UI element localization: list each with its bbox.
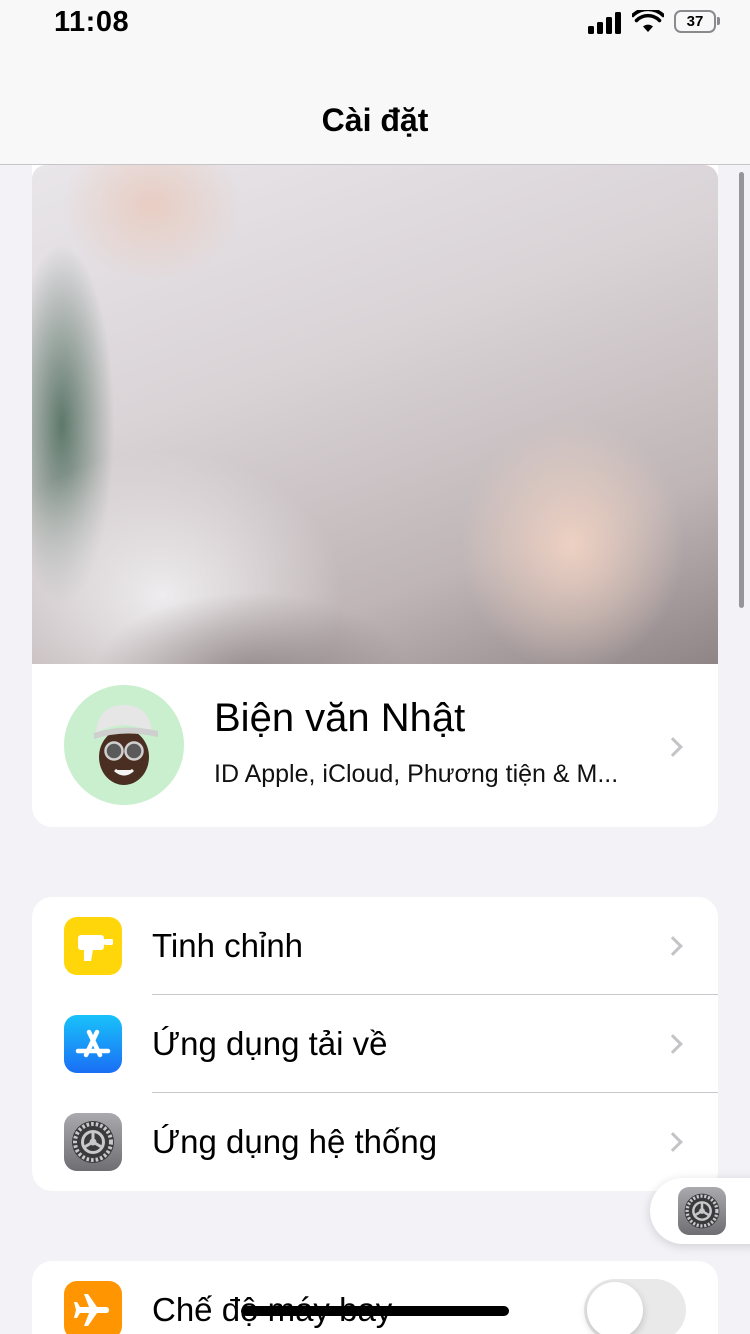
chevron-right-icon xyxy=(663,936,683,956)
wifi-icon xyxy=(632,10,664,32)
row-label: Tinh chỉnh xyxy=(152,927,304,964)
status-time: 11:08 xyxy=(54,6,130,38)
battery-icon: 37 xyxy=(674,10,716,33)
battery-tip xyxy=(717,17,720,25)
settings-screen: 11:08 37 Cài đặt Biện văn Nhật ID Apple,… xyxy=(0,0,750,1334)
airplane-mode-toggle[interactable] xyxy=(584,1279,686,1334)
floating-settings-shortcut[interactable] xyxy=(650,1178,750,1244)
row-label: Ứng dụng tải về xyxy=(152,1025,388,1062)
toggle-knob xyxy=(587,1282,643,1334)
scroll-indicator xyxy=(739,172,744,608)
profile-card[interactable]: Biện văn Nhật ID Apple, iCloud, Phương t… xyxy=(32,165,718,827)
row-tinh-chinh[interactable]: Tinh chỉnh xyxy=(32,897,718,995)
navigation-bar: Cài đặt xyxy=(0,50,750,165)
chevron-right-icon xyxy=(663,1034,683,1054)
profile-subtitle: ID Apple, iCloud, Phương tiện & M... xyxy=(214,760,619,788)
page-title: Cài đặt xyxy=(321,102,429,138)
gear-icon xyxy=(64,1113,122,1171)
profile-cover-photo xyxy=(32,165,718,664)
cellular-signal-icon xyxy=(588,12,622,34)
row-label: Ứng dụng hệ thống xyxy=(152,1123,438,1160)
settings-group-tweaks: Tinh chỉnh Ứng dụng tải về Ứng dụng hệ t… xyxy=(32,897,718,1191)
drill-icon xyxy=(64,917,122,975)
apple-id-row[interactable]: Biện văn Nhật ID Apple, iCloud, Phương t… xyxy=(32,664,718,827)
memoji-avatar-icon xyxy=(64,685,184,805)
row-system-apps[interactable]: Ứng dụng hệ thống xyxy=(32,1093,718,1191)
row-airplane-mode[interactable]: Chế độ máy bay xyxy=(32,1261,718,1334)
app-store-icon xyxy=(64,1015,122,1073)
profile-name: Biện văn Nhật xyxy=(214,696,466,740)
chevron-right-icon xyxy=(663,1132,683,1152)
status-bar: 11:08 37 xyxy=(0,0,750,50)
row-downloaded-apps[interactable]: Ứng dụng tải về xyxy=(32,995,718,1093)
settings-gear-icon xyxy=(678,1187,726,1235)
airplane-icon xyxy=(64,1281,122,1334)
home-indicator[interactable] xyxy=(241,1306,509,1316)
settings-group-connectivity: Chế độ máy bay xyxy=(32,1261,718,1334)
chevron-right-icon xyxy=(663,737,683,757)
